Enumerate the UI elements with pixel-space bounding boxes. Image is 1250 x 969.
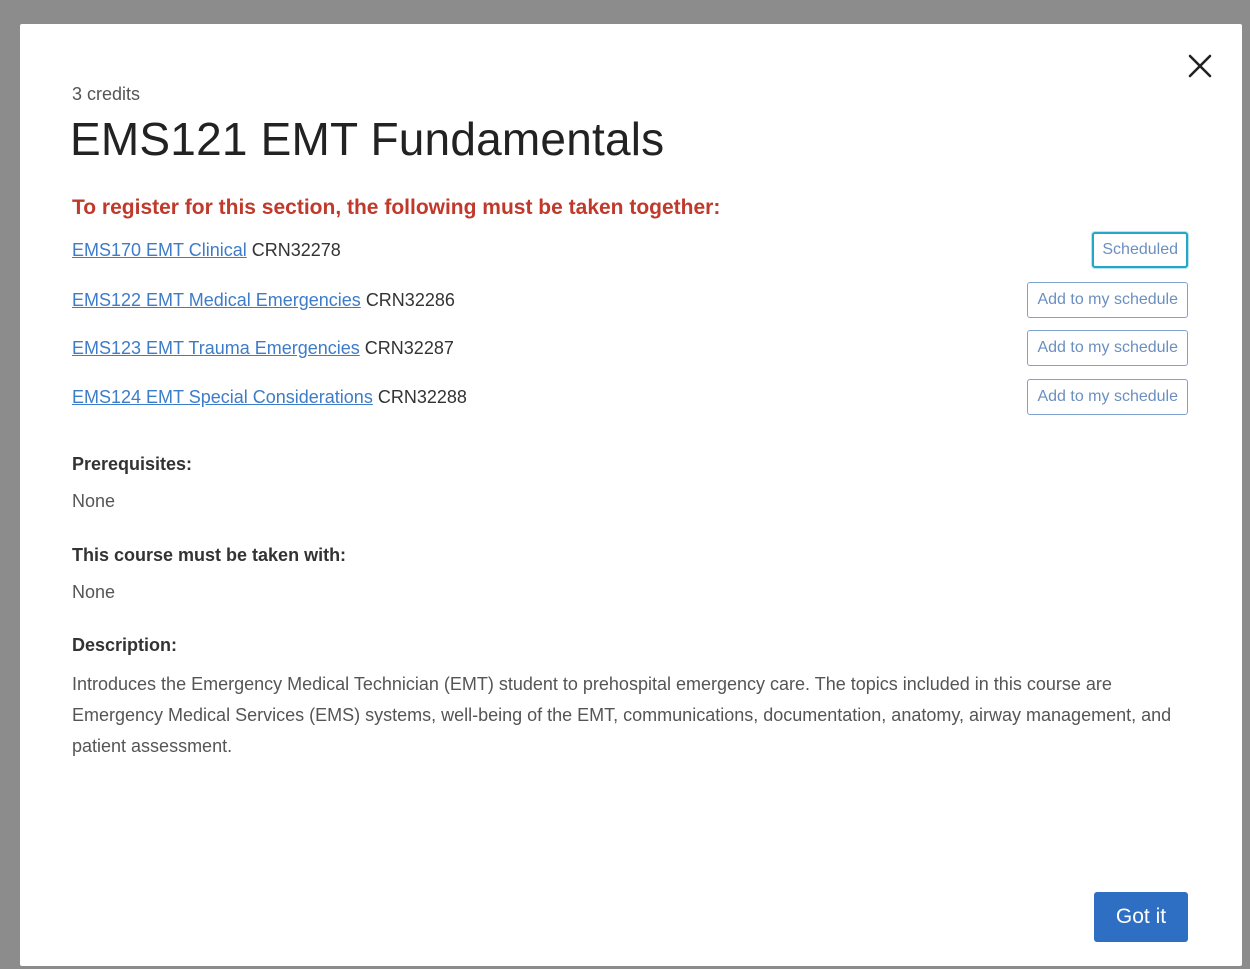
add-to-schedule-button[interactable]: Add to my schedule xyxy=(1027,379,1188,415)
course-link[interactable]: EMS124 EMT Special Considerations xyxy=(72,387,373,407)
add-to-schedule-button[interactable]: Add to my schedule xyxy=(1027,282,1188,318)
course-link[interactable]: EMS170 EMT Clinical xyxy=(72,240,247,260)
add-to-schedule-button[interactable]: Add to my schedule xyxy=(1027,330,1188,366)
prerequisites-value: None xyxy=(72,491,116,511)
crn-number: CRN32288 xyxy=(377,386,467,407)
crn-number: CRN32286 xyxy=(365,289,455,310)
corequisite-info: EMS170 EMT Clinical CRN32278 xyxy=(72,240,341,261)
course-credits: 3 credits xyxy=(72,84,141,104)
corequisite-info: EMS124 EMT Special Considerations CRN322… xyxy=(72,387,467,408)
course-details-dialog: 3 credits EMS121 EMT Fundamentals To reg… xyxy=(20,24,1242,966)
taken-with-label: This course must be taken with: xyxy=(72,545,347,565)
corequisite-row: EMS170 EMT Clinical CRN32278 Scheduled xyxy=(72,230,1188,270)
corequisite-info: EMS123 EMT Trauma Emergencies CRN32287 xyxy=(72,338,454,359)
scheduled-button[interactable]: Scheduled xyxy=(1092,232,1188,268)
corequisite-row: EMS122 EMT Medical Emergencies CRN32286 … xyxy=(72,280,1188,320)
got-it-button[interactable]: Got it xyxy=(1094,892,1188,942)
corequisite-warning: To register for this section, the follow… xyxy=(72,196,721,219)
course-link[interactable]: EMS123 EMT Trauma Emergencies xyxy=(72,338,360,358)
crn-number: CRN32287 xyxy=(364,337,454,358)
description-label: Description: xyxy=(72,635,178,655)
course-title: EMS121 EMT Fundamentals xyxy=(70,113,665,165)
corequisite-info: EMS122 EMT Medical Emergencies CRN32286 xyxy=(72,290,455,311)
corequisite-row: EMS124 EMT Special Considerations CRN322… xyxy=(72,377,1188,417)
prerequisites-label: Prerequisites: xyxy=(72,454,193,474)
taken-with-value: None xyxy=(72,582,116,602)
crn-number: CRN32278 xyxy=(251,239,341,260)
description-text: Introduces the Emergency Medical Technic… xyxy=(72,674,1172,756)
course-link[interactable]: EMS122 EMT Medical Emergencies xyxy=(72,290,361,310)
close-button[interactable] xyxy=(1182,48,1218,84)
close-icon xyxy=(1182,48,1218,84)
corequisite-row: EMS123 EMT Trauma Emergencies CRN32287 A… xyxy=(72,328,1188,368)
